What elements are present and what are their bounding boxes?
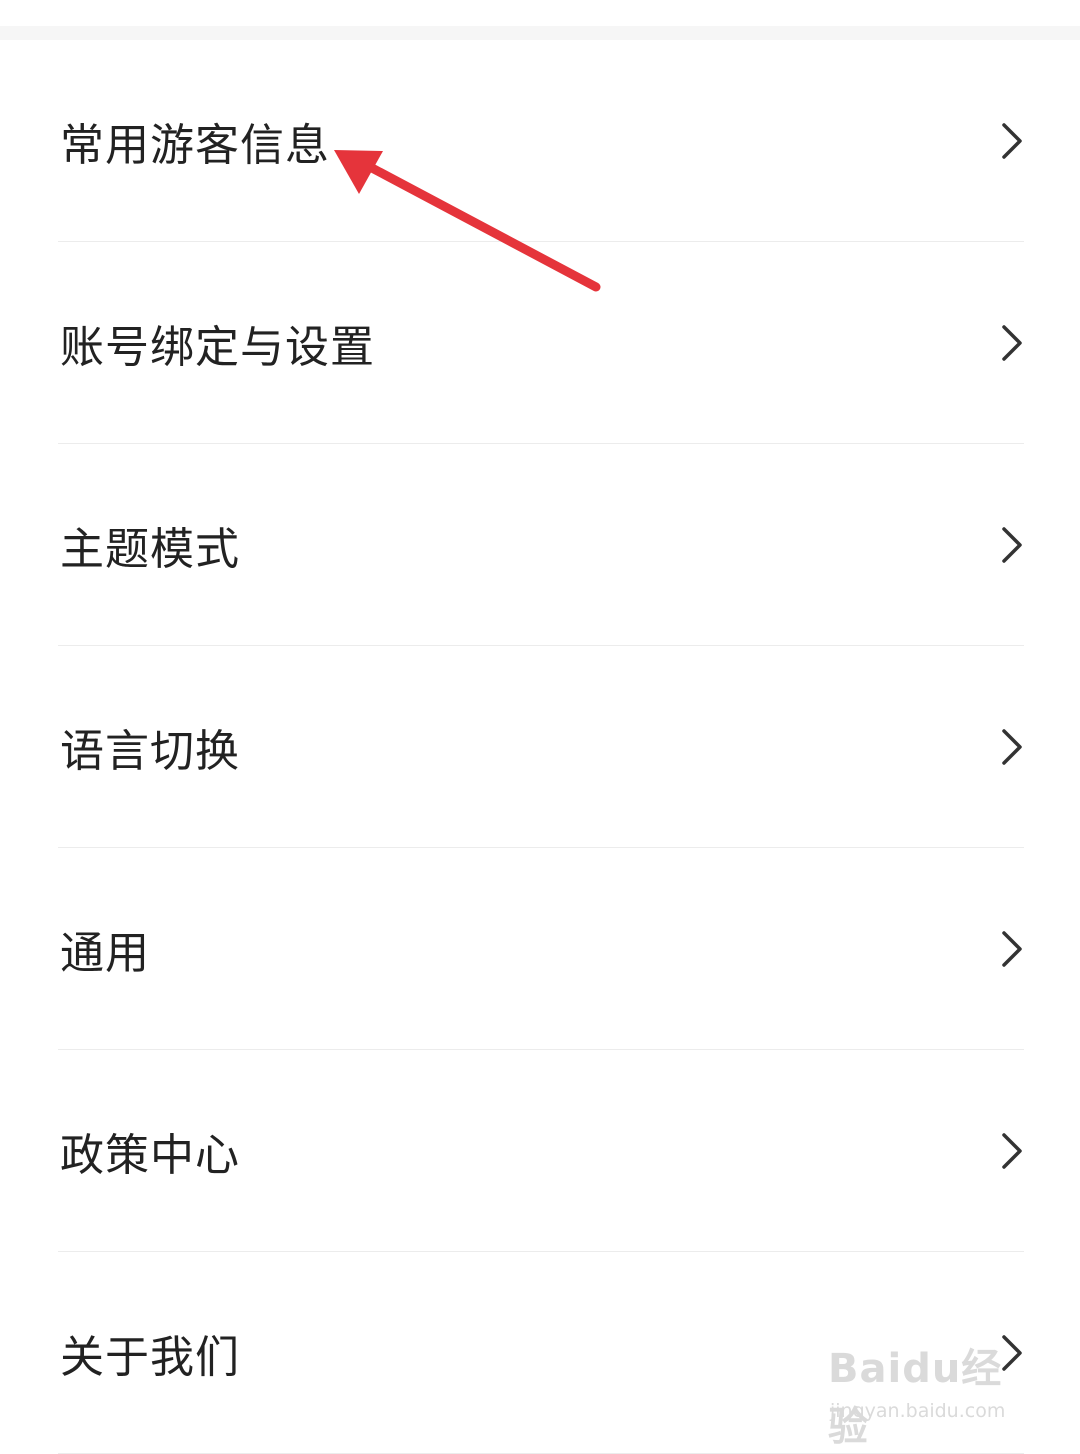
settings-list: 常用游客信息 账号绑定与设置 主题模式 语言切换 通用 政策中心 关于我们 — [0, 40, 1080, 1454]
settings-item-theme-mode[interactable]: 主题模式 — [0, 444, 1080, 646]
watermark: Baidu经验 jingyan.baidu.com — [828, 1336, 1028, 1450]
chevron-right-icon — [1002, 729, 1022, 765]
settings-item-label: 主题模式 — [60, 524, 240, 575]
settings-item-general[interactable]: 通用 — [0, 848, 1080, 1050]
settings-item-language[interactable]: 语言切换 — [0, 646, 1080, 848]
watermark-logo: Baidu经验 — [828, 1346, 1003, 1450]
chevron-right-icon — [1002, 931, 1022, 967]
chevron-right-icon — [1002, 1133, 1022, 1169]
settings-item-policy-center[interactable]: 政策中心 — [0, 1050, 1080, 1252]
settings-item-label: 政策中心 — [60, 1130, 240, 1181]
settings-item-label: 语言切换 — [60, 726, 240, 777]
settings-item-frequent-visitors[interactable]: 常用游客信息 — [0, 40, 1080, 242]
settings-item-label: 常用游客信息 — [60, 120, 330, 171]
settings-item-label: 关于我们 — [60, 1332, 240, 1383]
settings-item-label: 通用 — [60, 928, 150, 979]
section-separator — [0, 26, 1080, 40]
chevron-right-icon — [1002, 123, 1022, 159]
chevron-right-icon — [1002, 527, 1022, 563]
settings-item-account-binding[interactable]: 账号绑定与设置 — [0, 242, 1080, 444]
settings-item-label: 账号绑定与设置 — [60, 322, 375, 373]
watermark-url: jingyan.baidu.com — [830, 1400, 1006, 1422]
chevron-right-icon — [1002, 325, 1022, 361]
top-strip — [0, 0, 1080, 40]
